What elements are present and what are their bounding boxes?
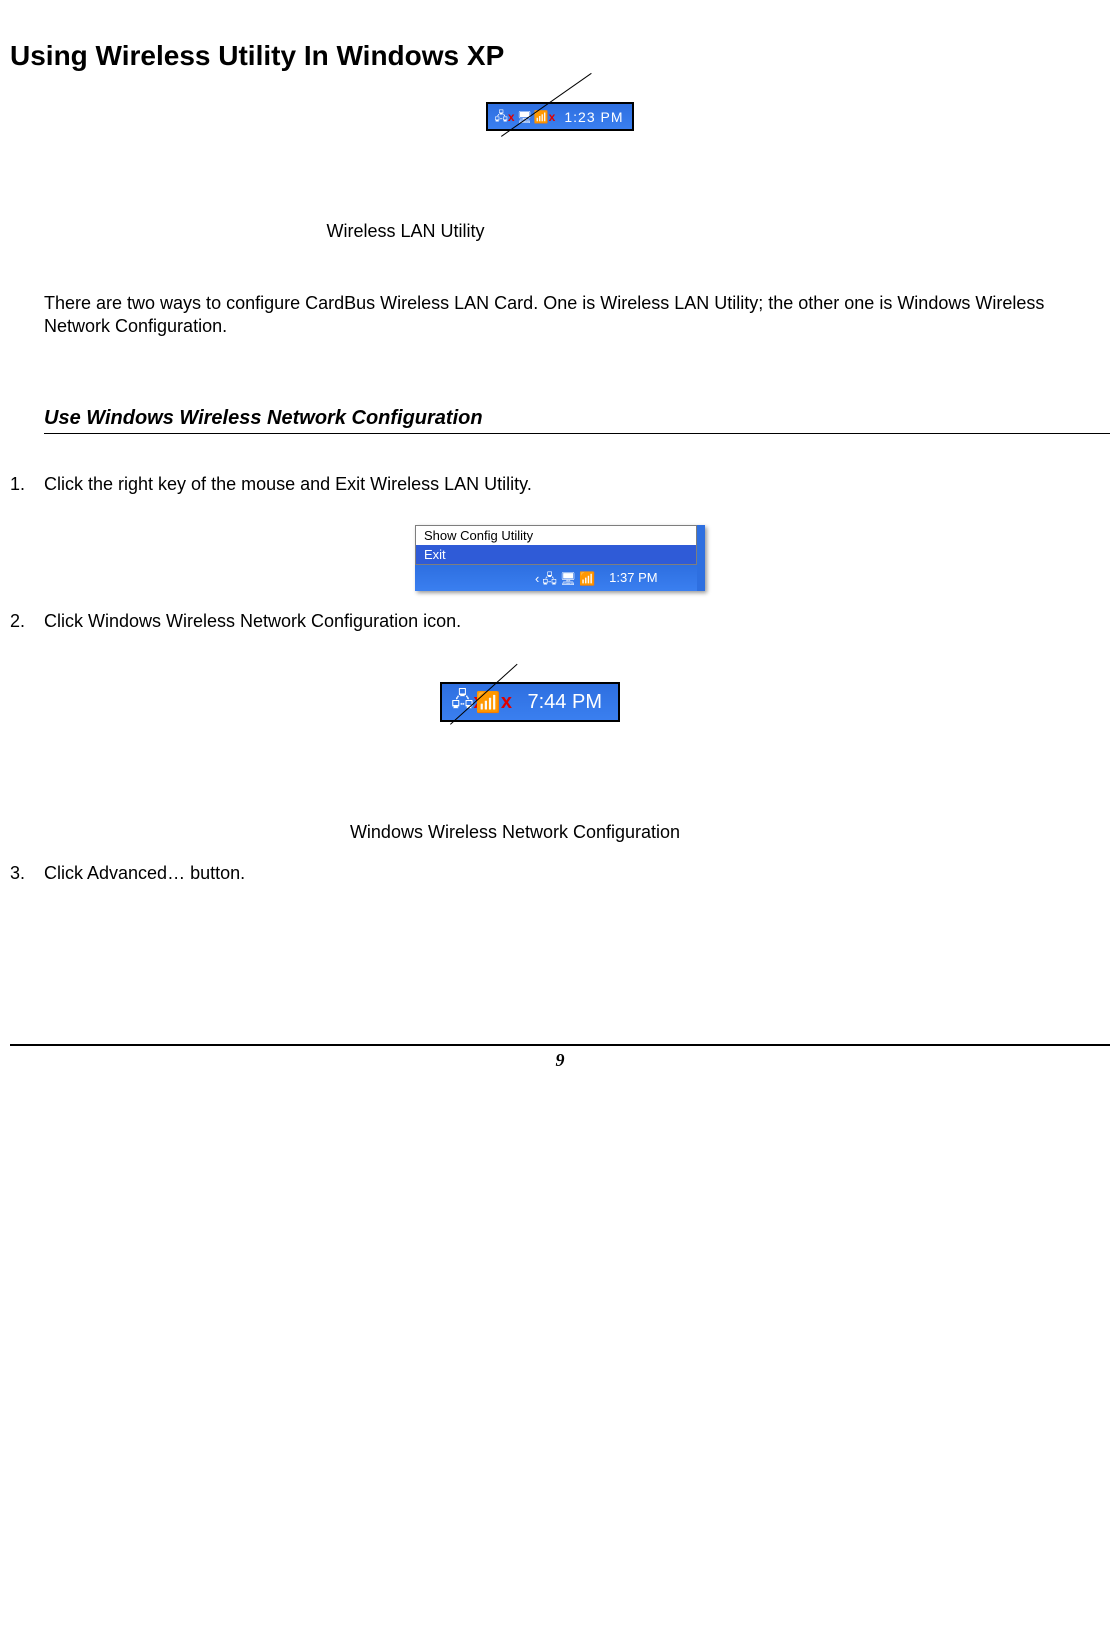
section-heading: Use Windows Wireless Network Configurati… (44, 407, 1110, 434)
page-number: 9 (556, 1050, 565, 1070)
step-text: Click the right key of the mouse and Exi… (44, 474, 532, 495)
intro-paragraph: There are two ways to configure CardBus … (44, 292, 1110, 337)
wireless-disconnected-icon: 📶 (579, 568, 595, 590)
systray-figure-3: 🖧x 📶x 7:44 PM (440, 682, 620, 721)
step-text: Click Advanced… button. (44, 863, 245, 884)
callout-label-2: Windows Wireless Network Configuration (350, 822, 680, 843)
page-footer: 9 (10, 1044, 1110, 1071)
systray-time-2: 1:37 PM (609, 570, 657, 585)
step-number: 3. (10, 863, 44, 884)
step-number: 2. (10, 611, 44, 632)
callout-label-1: Wireless LAN Utility (326, 221, 633, 242)
chevron-icon: ‹ (535, 568, 539, 590)
context-menu-figure: Show Config Utility Exit ‹ 🖧 🖥 📶 1:37 PM (415, 525, 705, 591)
device-icon: 🖥 (560, 568, 577, 590)
step-number: 1. (10, 474, 44, 495)
page-title: Using Wireless Utility In Windows XP (10, 40, 1110, 72)
systray-time-3: 7:44 PM (528, 691, 602, 713)
systray-figure-1: 🖧x 🖥 📶x 1:23 PM (486, 102, 633, 131)
network-disconnected-icon: 🖧x (496, 109, 512, 125)
network-disconnected-icon: 🖧 (542, 568, 557, 590)
systray-time-1: 1:23 PM (564, 109, 623, 125)
menu-item-exit[interactable]: Exit (416, 545, 696, 564)
wireless-disconnected-icon: 📶x (536, 109, 552, 125)
wireless-disconnected-icon: 📶x (484, 692, 504, 712)
menu-item-show-config[interactable]: Show Config Utility (416, 526, 696, 545)
step-text: Click Windows Wireless Network Configura… (44, 611, 461, 632)
